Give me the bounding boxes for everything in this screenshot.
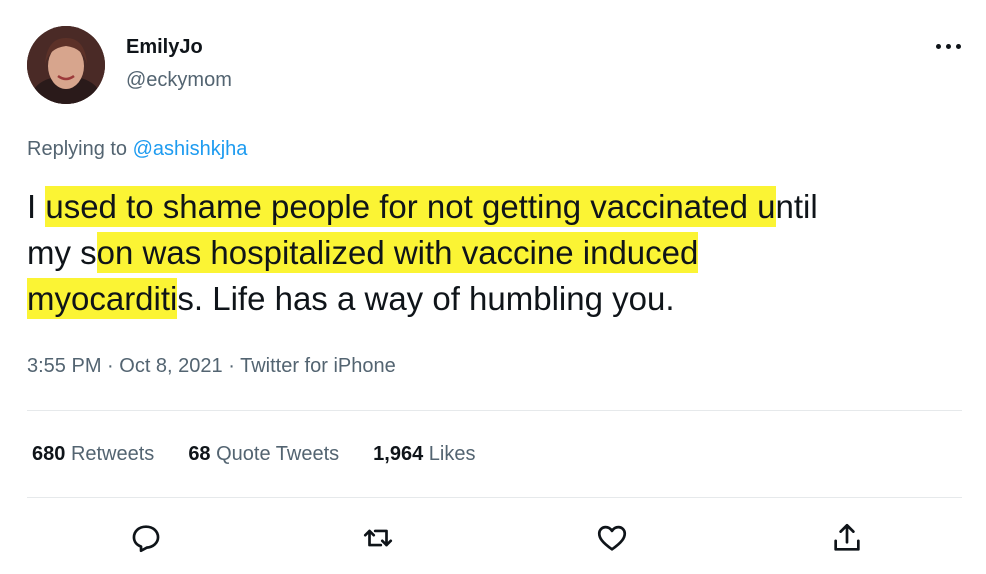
meta-separator: · [222, 355, 241, 377]
more-icon [956, 44, 961, 49]
tweet-stats: 680 Retweets 68 Quote Tweets 1,964 Likes [32, 443, 476, 466]
reply-handle-link[interactable]: @ashishkjha [133, 138, 248, 160]
tweet-meta: 3:55 PM · Oct 8, 2021 · Twitter for iPho… [27, 355, 396, 378]
avatar-image [27, 26, 105, 104]
divider [27, 410, 962, 411]
tweet-line: my son was hospitalized with vaccine ind… [27, 232, 699, 273]
retweet-button[interactable] [361, 521, 395, 555]
more-icon [946, 44, 951, 49]
author-name[interactable]: EmilyJo [126, 36, 203, 59]
like-icon [597, 525, 627, 551]
reply-icon [132, 525, 160, 553]
reply-button[interactable] [129, 521, 163, 555]
quote-tweets-stat[interactable]: 68 Quote Tweets [188, 443, 339, 466]
like-button[interactable] [595, 521, 629, 555]
tweet-line: I used to shame people for not getting v… [27, 186, 818, 227]
tweet-time-link[interactable]: 3:55 PM [27, 355, 101, 377]
retweets-stat[interactable]: 680 Retweets [32, 443, 154, 466]
more-options-button[interactable] [934, 36, 964, 56]
likes-stat[interactable]: 1,964 Likes [373, 443, 475, 466]
avatar[interactable] [27, 26, 105, 104]
share-icon [834, 523, 860, 551]
tweet-text: I used to shame people for not getting v… [27, 184, 962, 322]
meta-separator: · [101, 355, 120, 377]
more-icon [936, 44, 941, 49]
retweet-icon [363, 529, 393, 547]
author-handle[interactable]: @eckymom [126, 69, 232, 92]
replying-to: Replying to @ashishkjha [27, 138, 247, 161]
tweet-line: myocarditis. Life has a way of humbling … [27, 278, 675, 319]
divider [27, 497, 962, 498]
replying-prefix: Replying to [27, 138, 128, 160]
tweet-source-link[interactable]: Twitter for iPhone [240, 355, 396, 377]
share-button[interactable] [830, 521, 864, 555]
tweet-date-link[interactable]: Oct 8, 2021 [119, 355, 222, 377]
